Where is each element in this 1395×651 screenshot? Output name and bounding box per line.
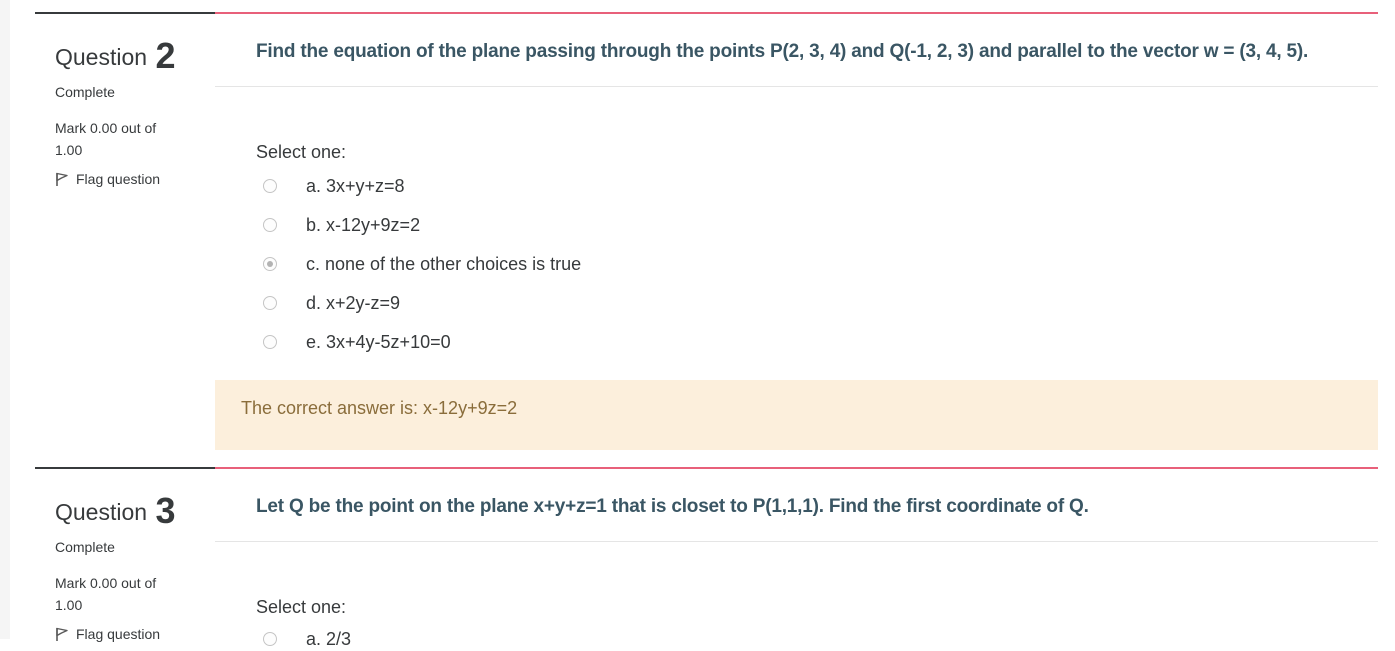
question-state: Complete xyxy=(55,539,115,555)
question-number-value: 3 xyxy=(155,490,176,531)
question-label: Question xyxy=(55,499,148,525)
radio-button-selected[interactable] xyxy=(263,257,277,271)
answer-option-label: b. x-12y+9z=2 xyxy=(306,214,421,235)
question-number-value: 2 xyxy=(155,35,176,76)
flag-question-label: Flag question xyxy=(76,171,161,187)
answer-option-label: a. 2/3 xyxy=(306,628,352,649)
answer-option-e[interactable]: e. 3x+4y-5z+10=0 xyxy=(263,330,451,354)
select-one-prompt: Select one: xyxy=(256,142,347,162)
radio-button[interactable] xyxy=(263,296,277,310)
feedback-box: The correct answer is: x-12y+9z=2 xyxy=(215,380,1378,450)
correct-answer-text: The correct answer is: x-12y+9z=2 xyxy=(241,398,518,418)
question-state: Complete xyxy=(55,84,115,100)
divider xyxy=(215,541,1378,542)
radio-button[interactable] xyxy=(263,218,277,232)
question-number: Question 3 xyxy=(55,487,176,531)
answer-option-d[interactable]: d. x+2y-z=9 xyxy=(263,291,400,315)
flag-question-label: Flag question xyxy=(76,626,161,642)
question-grade: Mark 0.00 out of 1.00 xyxy=(55,575,157,613)
question-grade: Mark 0.00 out of 1.00 xyxy=(55,120,157,158)
answer-option-a[interactable]: a. 3x+y+z=8 xyxy=(263,174,405,198)
answer-option-a[interactable]: a. 2/3 xyxy=(263,627,351,651)
question-info: Question 3 Complete Mark 0.00 out of 1.0… xyxy=(35,467,215,649)
answer-option-b[interactable]: b. x-12y+9z=2 xyxy=(263,213,420,237)
question-label: Question xyxy=(55,44,148,70)
page-left-edge xyxy=(0,0,10,639)
radio-button[interactable] xyxy=(263,335,277,349)
answer-option-label: d. x+2y-z=9 xyxy=(306,292,401,313)
question-number: Question 2 xyxy=(55,32,176,76)
answer-option-label: a. 3x+y+z=8 xyxy=(306,175,405,196)
question-content: Let Q be the point on the plane x+y+z=1 … xyxy=(215,467,1378,649)
flag-question-link[interactable]: Flag question xyxy=(55,171,160,187)
answer-option-label: e. 3x+4y-5z+10=0 xyxy=(306,331,451,352)
flag-icon xyxy=(56,627,68,641)
question-2: Question 2 Complete Mark 0.00 out of 1.0… xyxy=(35,12,1378,450)
question-info: Question 2 Complete Mark 0.00 out of 1.0… xyxy=(35,12,215,450)
question-content: Find the equation of the plane passing t… xyxy=(215,12,1378,450)
radio-button[interactable] xyxy=(263,632,277,646)
answer-option-c[interactable]: c. none of the other choices is true xyxy=(263,252,581,276)
radio-button[interactable] xyxy=(263,179,277,193)
select-one-prompt: Select one: xyxy=(256,597,347,617)
flag-question-link[interactable]: Flag question xyxy=(55,626,160,642)
question-text: Let Q be the point on the plane x+y+z=1 … xyxy=(256,496,1089,517)
answer-option-label: c. none of the other choices is true xyxy=(306,253,582,274)
question-3: Question 3 Complete Mark 0.00 out of 1.0… xyxy=(35,467,1378,649)
question-text: Find the equation of the plane passing t… xyxy=(256,41,1309,62)
flag-icon xyxy=(56,172,68,186)
divider xyxy=(215,86,1378,87)
